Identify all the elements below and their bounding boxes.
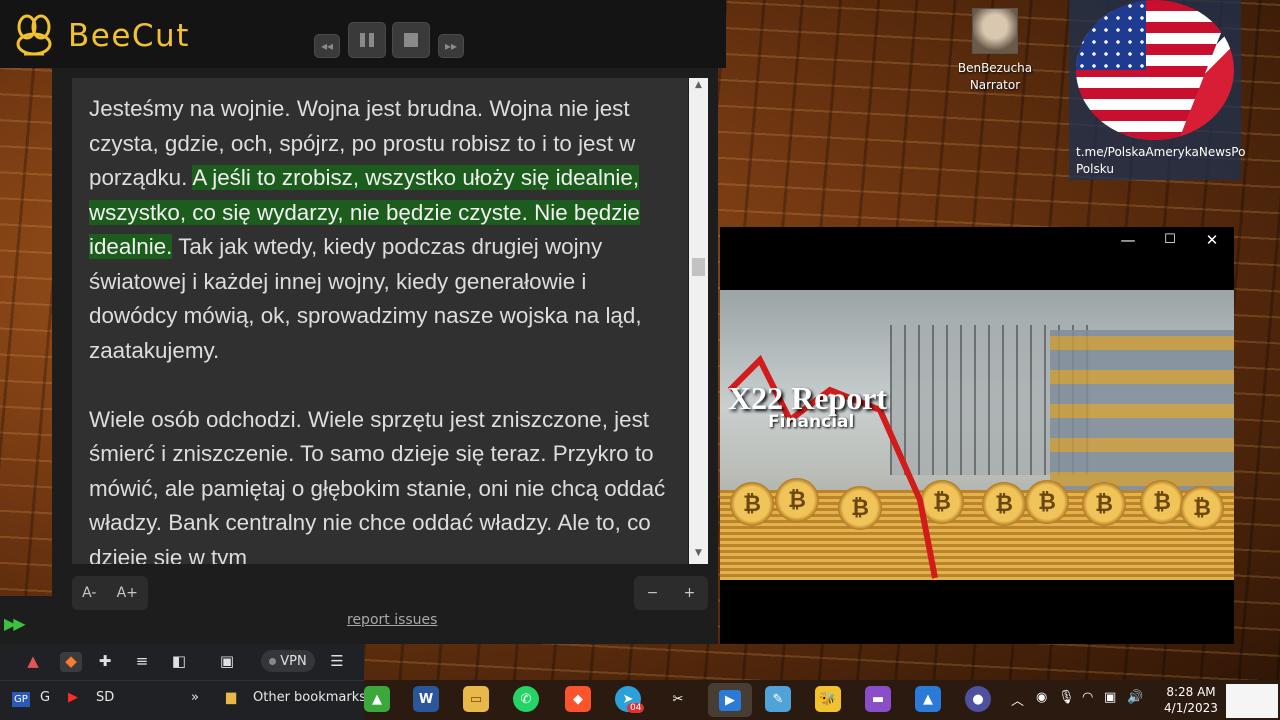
- narrator-label[interactable]: BenBezucha Narrator: [940, 60, 1050, 94]
- puzzle-icon[interactable]: ✚: [94, 652, 116, 672]
- report-issues-link[interactable]: report issues: [347, 612, 437, 628]
- rewind-button[interactable]: ◂◂: [314, 34, 340, 58]
- font-smaller-button[interactable]: A-: [82, 585, 96, 601]
- notepad-icon[interactable]: ✎: [765, 686, 791, 712]
- beecut-taskbar-icon[interactable]: 🐝: [815, 686, 841, 712]
- video-player-taskbar-icon[interactable]: ▶: [708, 683, 752, 717]
- tray-app-icon[interactable]: ◉: [1036, 690, 1047, 705]
- taskbar-clock[interactable]: 8:28 AM 4/1/2023: [1160, 684, 1222, 716]
- microphone-icon[interactable]: 🎙: [1058, 690, 1075, 705]
- maximize-icon[interactable]: ☐: [1160, 232, 1180, 247]
- menu-icon[interactable]: ☰: [326, 652, 348, 672]
- brave-icon[interactable]: ◆: [565, 686, 591, 712]
- more-bookmarks-chevron[interactable]: »: [191, 690, 199, 705]
- speed-plus-button[interactable]: +: [684, 585, 696, 601]
- other-bookmarks[interactable]: Other bookmarks: [253, 690, 366, 705]
- bee-logo-icon: [16, 14, 52, 56]
- video-window[interactable]: — ☐ ✕ ₿ ₿ ₿ ₿ ₿ ₿ ₿ ₿ ₿ X22 Report Finan…: [720, 227, 1234, 644]
- stop-icon: [404, 33, 418, 47]
- whatsapp-icon[interactable]: ✆: [513, 686, 539, 712]
- wallet-icon[interactable]: ▣: [216, 652, 238, 672]
- wifi-icon[interactable]: ◠: [1082, 690, 1093, 705]
- bookmark-g[interactable]: G: [40, 690, 50, 705]
- bookmark-sd[interactable]: SD: [96, 690, 114, 705]
- us-poland-flag-icon: [1076, 0, 1234, 140]
- clipchamp-icon[interactable]: ▬: [865, 686, 891, 712]
- reader-paragraph-1: Jesteśmy na wojnie. Wojna jest brudna. W…: [89, 92, 670, 368]
- vpn-button[interactable]: VPN: [261, 650, 315, 672]
- fast-forward-button[interactable]: ▸▸: [438, 34, 464, 58]
- pause-icon: [360, 33, 374, 47]
- clock-date: 4/1/2023: [1164, 701, 1218, 715]
- reader-paragraph-2: Wiele osób odchodzi. Wiele sprzętu jest …: [89, 406, 666, 565]
- scroll-up-arrow-icon[interactable]: ▲: [689, 80, 708, 94]
- video-frame[interactable]: ₿ ₿ ₿ ₿ ₿ ₿ ₿ ₿ ₿ X22 Report Financial: [720, 290, 1234, 580]
- font-larger-button[interactable]: A+: [117, 585, 138, 601]
- scroll-thumb[interactable]: [692, 258, 705, 276]
- volume-icon[interactable]: 🔊: [1127, 690, 1143, 705]
- youtube-icon: ▶: [68, 690, 78, 705]
- reader-scrollbar[interactable]: ▲ ▼: [689, 78, 708, 564]
- rewind-icon: ◂◂: [320, 39, 334, 53]
- media-app-icon[interactable]: ●: [965, 686, 991, 712]
- notification-panel-button[interactable]: [1226, 684, 1278, 718]
- narrator-avatar-icon[interactable]: [972, 8, 1018, 54]
- file-explorer-icon[interactable]: ▭: [463, 686, 489, 712]
- telegram-badge: 04: [627, 703, 645, 713]
- stop-button[interactable]: [392, 22, 430, 58]
- photos-icon[interactable]: ▲: [915, 686, 941, 712]
- word-icon[interactable]: W: [413, 686, 439, 712]
- vpn-label: VPN: [280, 653, 307, 669]
- snipping-tool-icon[interactable]: ✂: [665, 686, 691, 712]
- playlist-icon[interactable]: ≡: [131, 652, 153, 672]
- display-icon[interactable]: ▣: [1104, 690, 1116, 705]
- play-icon[interactable]: ▶▶: [4, 614, 26, 633]
- telegram-shortcut-label[interactable]: t.me/PolskaAmerykaNewsPo Polsku: [1076, 144, 1245, 178]
- x22-subtitle: Financial: [768, 412, 855, 432]
- text-upcoming: Tak jak wtedy, kiedy podczas drugiej woj…: [89, 234, 642, 363]
- minimize-icon[interactable]: —: [1118, 231, 1138, 249]
- clock-time: 8:28 AM: [1166, 685, 1216, 699]
- show-hidden-icons-chevron[interactable]: ︿: [1011, 690, 1024, 709]
- triangle-extension-icon[interactable]: ▲: [22, 652, 44, 672]
- pause-button[interactable]: [348, 22, 386, 58]
- brave-extension-icon[interactable]: ◆: [60, 652, 82, 672]
- close-icon[interactable]: ✕: [1202, 231, 1222, 249]
- app-title: BeeCut: [68, 18, 190, 54]
- gp-bookmark-icon: GP: [12, 692, 30, 707]
- vpn-status-dot: [269, 657, 277, 665]
- android-app-icon[interactable]: ▲: [364, 686, 390, 712]
- font-size-controls: A- A+: [72, 576, 148, 610]
- reader-text-area[interactable]: Jesteśmy na wojnie. Wojna jest brudna. W…: [72, 78, 688, 564]
- speed-controls: − +: [634, 576, 708, 610]
- speed-minus-button[interactable]: −: [647, 585, 659, 601]
- fast-forward-icon: ▸▸: [444, 39, 458, 53]
- scroll-down-arrow-icon[interactable]: ▼: [689, 548, 708, 562]
- sidebar-icon[interactable]: ◧: [168, 652, 190, 672]
- folder-icon: ▆: [226, 690, 236, 705]
